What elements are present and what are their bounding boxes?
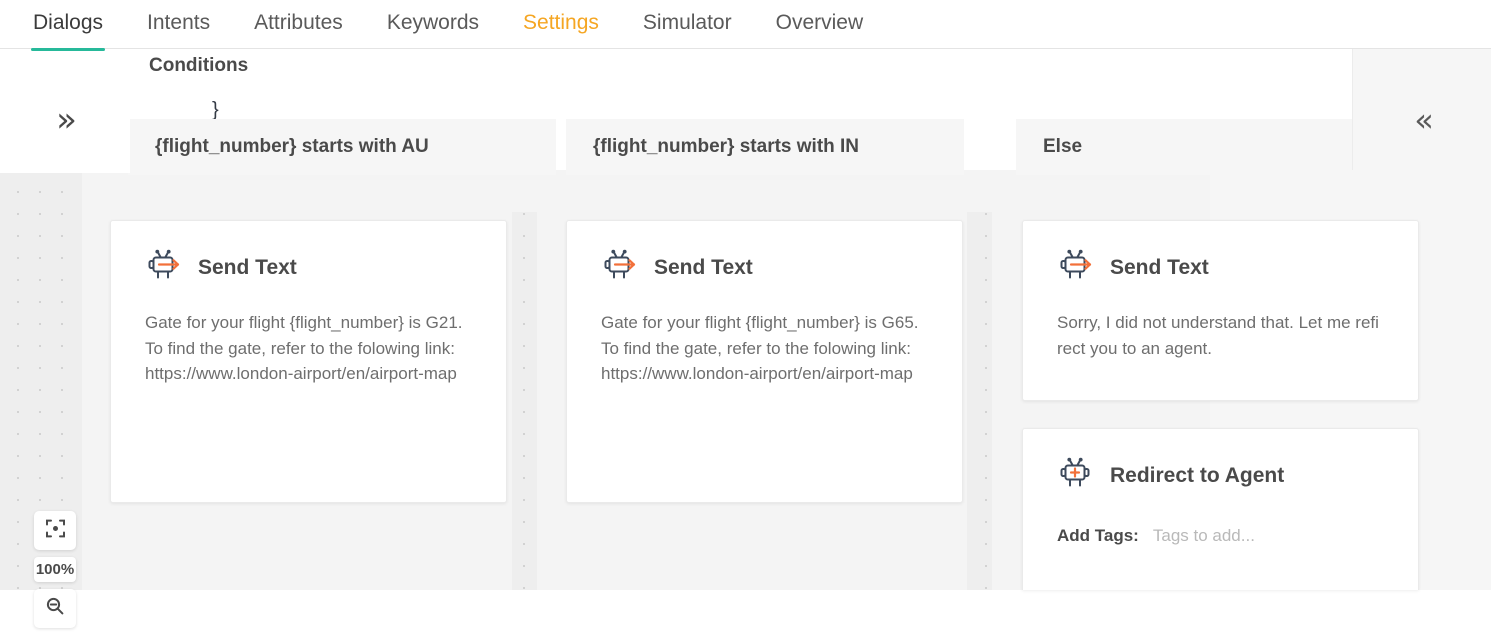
tab-label: Settings xyxy=(523,11,599,34)
expand-left-panel-button[interactable]: » xyxy=(0,49,130,173)
add-tags-label: Add Tags: xyxy=(1057,524,1139,548)
robot-plus-icon xyxy=(1057,455,1095,496)
tab-label: Dialogs xyxy=(33,11,103,34)
main-tab-bar: Dialogs Intents Attributes Keywords Sett… xyxy=(0,0,1491,49)
redirect-to-agent-card[interactable]: Redirect to Agent Add Tags: Tags to add.… xyxy=(1022,428,1419,590)
tab-label: Keywords xyxy=(387,11,479,34)
chevron-double-left-icon: « xyxy=(1414,104,1431,136)
collapse-right-panel-button[interactable]: « xyxy=(1352,49,1491,170)
card-title: Send Text xyxy=(1110,255,1209,281)
robot-send-icon xyxy=(1057,247,1095,288)
card-message-text[interactable]: Sorry, I did not understand that. Let me… xyxy=(1023,288,1418,361)
robot-send-icon xyxy=(145,247,183,288)
fit-to-screen-icon xyxy=(45,518,66,544)
condition-label: {flight_number} starts with AU xyxy=(128,136,429,158)
tab-attributes[interactable]: Attributes xyxy=(254,9,343,50)
tab-intents[interactable]: Intents xyxy=(147,9,210,50)
card-title: Send Text xyxy=(198,255,297,281)
tab-keywords[interactable]: Keywords xyxy=(387,9,479,50)
card-header: Send Text xyxy=(1023,221,1418,288)
card-header: Send Text xyxy=(111,221,506,288)
tab-label: Simulator xyxy=(643,11,732,34)
chevron-double-right-icon: » xyxy=(56,103,74,137)
tab-label: Overview xyxy=(776,11,864,34)
card-header: Send Text xyxy=(567,221,962,288)
send-text-card-2[interactable]: Send Text Gate for your flight {flight_n… xyxy=(566,220,963,503)
card-title: Redirect to Agent xyxy=(1110,463,1284,489)
card-message-text[interactable]: Gate for your flight {flight_number} is … xyxy=(111,288,506,387)
condition-label: {flight_number} starts with IN xyxy=(566,136,859,158)
send-text-card-3[interactable]: Send Text Sorry, I did not understand th… xyxy=(1022,220,1419,401)
robot-send-icon xyxy=(601,247,639,288)
zoom-extra-button[interactable] xyxy=(34,589,76,628)
tab-settings[interactable]: Settings xyxy=(523,9,599,50)
conditions-title: Conditions xyxy=(149,53,248,79)
conditions-panel: Conditions } {flight_number} starts with… xyxy=(82,49,1352,170)
tab-dialogs[interactable]: Dialogs xyxy=(33,9,103,50)
conditions-band: Conditions } {flight_number} starts with… xyxy=(0,49,1491,170)
tab-label: Intents xyxy=(147,11,210,34)
condition-pill-2[interactable]: {flight_number} starts with IN xyxy=(566,119,964,175)
card-message-text[interactable]: Gate for your flight {flight_number} is … xyxy=(567,288,962,387)
tab-label: Attributes xyxy=(254,11,343,34)
card-header: Redirect to Agent xyxy=(1023,429,1418,496)
condition-label: Else xyxy=(1016,136,1082,158)
zoom-level-label: 100% xyxy=(34,557,76,582)
condition-pill-1[interactable]: {flight_number} starts with AU xyxy=(128,119,556,175)
add-tags-row: Add Tags: Tags to add... xyxy=(1023,496,1418,548)
fit-to-screen-button[interactable] xyxy=(34,511,76,550)
card-title: Send Text xyxy=(654,255,753,281)
send-text-card-1[interactable]: Send Text Gate for your flight {flight_n… xyxy=(110,220,507,503)
zoom-out-icon xyxy=(46,597,64,620)
add-tags-input[interactable]: Tags to add... xyxy=(1153,524,1255,548)
tab-overview[interactable]: Overview xyxy=(776,9,864,50)
tab-simulator[interactable]: Simulator xyxy=(643,9,732,50)
canvas-zoom-controls: 100% xyxy=(34,511,76,635)
